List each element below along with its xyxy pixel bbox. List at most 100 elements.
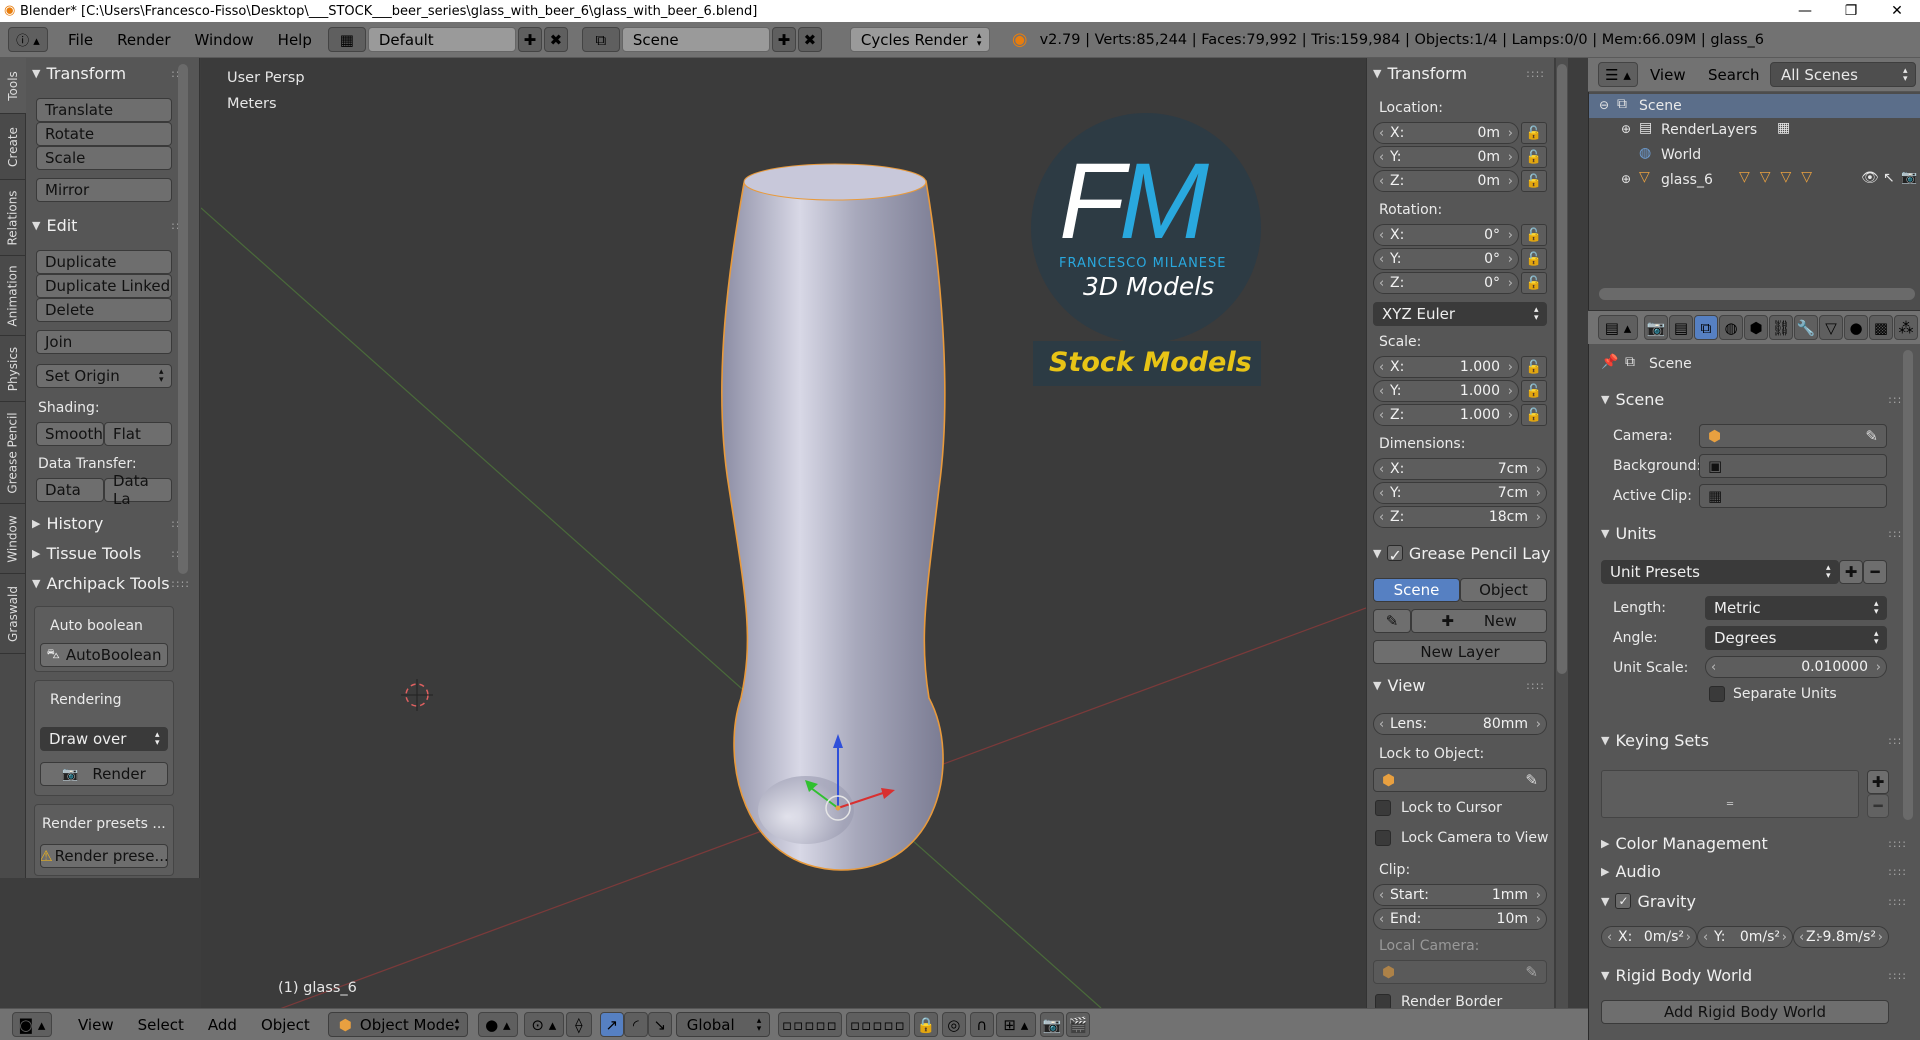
lock-to-cursor-checkbox[interactable] [1375, 800, 1391, 816]
layers-block-b[interactable]: ▫▫▫▫▫ [845, 1012, 910, 1037]
tab-grease-pencil[interactable]: Grease Pencil [0, 402, 26, 504]
mode-dropdown[interactable]: ⬢ Object Mode [327, 1012, 468, 1037]
menu-file[interactable]: File [56, 31, 105, 49]
pivot-point-button[interactable]: ⊙ ▴ [523, 1012, 564, 1037]
auto-boolean-button[interactable]: ⛍ AutoBoolean [40, 643, 168, 667]
rotation-x-field[interactable]: X:0° [1373, 224, 1519, 246]
opengl-render-button[interactable]: 📷 [1039, 1012, 1064, 1037]
proportional-editing-button[interactable]: ◎ [941, 1012, 966, 1037]
close-button[interactable]: ✕ [1874, 0, 1920, 22]
gp-scene-tab[interactable]: Scene [1373, 578, 1460, 602]
modifiers-tab-icon[interactable]: 🔧 [1794, 315, 1818, 340]
clip-start-field[interactable]: Start:1mm [1373, 884, 1547, 906]
outliner-item-glass-6[interactable]: glass_6 [1661, 172, 1713, 188]
render-tab-icon[interactable]: 📷 [1644, 315, 1668, 340]
panel-header-rigid-body-world[interactable]: ▼ Rigid Body World:::: [1601, 964, 1913, 986]
gravity-x-field[interactable]: X:0m/s² [1601, 926, 1697, 948]
separate-units-checkbox[interactable] [1709, 686, 1725, 702]
add-screen-button[interactable]: ✚ [517, 27, 542, 52]
tab-graswald[interactable]: Graswald [0, 574, 26, 654]
panel-header-grease-pencil[interactable]: ▼✓Grease Pencil Layer [1373, 542, 1551, 565]
lock-icon[interactable]: 🔓 [1521, 146, 1547, 168]
duplicate-button[interactable]: Duplicate [36, 250, 172, 274]
lock-icon[interactable]: 🔓 [1521, 272, 1547, 294]
screen-layout-field[interactable]: Default [367, 27, 516, 52]
minimize-button[interactable]: — [1782, 0, 1828, 22]
location-y-field[interactable]: Y:0m [1373, 146, 1519, 168]
expand-icon[interactable]: ⊕ [1621, 172, 1631, 186]
constraints-tab-icon[interactable]: ⛓ [1769, 315, 1793, 340]
panel-header-units[interactable]: ▼ Units:::: [1601, 522, 1913, 544]
dimensions-z-field[interactable]: Z:18cm [1373, 506, 1547, 528]
remove-unit-preset-button[interactable]: ━ [1863, 560, 1887, 584]
translate-button[interactable]: Translate [36, 98, 172, 122]
tab-physics[interactable]: Physics [0, 336, 26, 402]
layers-block-a[interactable]: ▫▫▫▫▫ [777, 1012, 842, 1037]
gp-object-tab[interactable]: Object [1460, 578, 1547, 602]
eyedropper-icon[interactable]: ✎ [1865, 427, 1878, 445]
panel-header-history[interactable]: ▶History:::: [32, 512, 196, 534]
gravity-checkbox[interactable]: ✓ [1615, 893, 1632, 909]
rotation-z-field[interactable]: Z:0° [1373, 272, 1519, 294]
expand-icon[interactable]: ⊕ [1621, 122, 1631, 136]
duplicate-linked-button[interactable]: Duplicate Linked [36, 274, 172, 298]
unit-scale-field[interactable]: 0.010000 [1705, 656, 1887, 678]
rotate-manipulator-button[interactable]: ◜ [623, 1012, 648, 1037]
drag-grip-icon[interactable]: :::: [1526, 679, 1545, 692]
draw-over-dropdown[interactable]: Draw over [40, 727, 168, 751]
panel-header-n-transform[interactable]: ▼ Transform:::: [1373, 62, 1551, 84]
mirror-button[interactable]: Mirror [36, 178, 172, 202]
set-origin-dropdown[interactable]: Set Origin [36, 364, 172, 388]
drag-grip-icon[interactable]: :::: [1888, 837, 1907, 850]
tab-window[interactable]: Window [0, 504, 26, 574]
lock-layers-button[interactable]: 🔒 [913, 1012, 938, 1037]
tool-shelf-scrollbar[interactable] [178, 64, 188, 574]
lock-icon[interactable]: 🔓 [1521, 248, 1547, 270]
data-transfer-button[interactable]: Data [36, 478, 104, 502]
lock-icon[interactable]: 🔓 [1521, 404, 1547, 426]
editor-type-3d-button[interactable]: ◙ ▴ [12, 1012, 52, 1037]
render-layer-toggle-icon[interactable]: ▦ [1777, 120, 1790, 136]
outliner-scrollbar[interactable] [1599, 288, 1915, 300]
scale-button[interactable]: Scale [36, 146, 172, 170]
join-button[interactable]: Join [36, 330, 172, 354]
transform-orientation-dropdown[interactable]: Global [675, 1012, 770, 1037]
background-field[interactable]: ▣ [1699, 454, 1887, 478]
panel-header-gravity[interactable]: ▼ ✓ Gravity:::: [1601, 890, 1913, 912]
outliner-menu-search[interactable]: Search [1708, 66, 1760, 84]
rotate-button[interactable]: Rotate [36, 122, 172, 146]
scale-y-field[interactable]: Y:1.000 [1373, 380, 1519, 402]
panel-header-audio[interactable]: ▶ Audio:::: [1601, 860, 1913, 882]
drag-grip-icon[interactable]: :::: [1888, 865, 1907, 878]
renderable-camera-icon[interactable]: 📷 [1901, 170, 1917, 185]
texture-tab-icon[interactable]: ▩ [1869, 315, 1893, 340]
material-tab-icon[interactable]: ● [1844, 315, 1868, 340]
outliner-menu-view[interactable]: View [1650, 66, 1686, 84]
translate-manipulator-button[interactable]: ↗ [599, 1012, 624, 1037]
render-engine-dropdown[interactable]: Cycles Render [849, 27, 990, 52]
gp-pencil-icon-button[interactable]: ✎ [1373, 609, 1411, 633]
menu-help[interactable]: Help [266, 31, 324, 49]
dimensions-x-field[interactable]: X:7cm [1373, 458, 1547, 480]
lock-camera-checkbox[interactable] [1375, 830, 1391, 846]
menu-object[interactable]: Object [249, 1016, 322, 1034]
local-camera-field[interactable]: ⬢ ✎ [1373, 960, 1547, 984]
panel-header-transform[interactable]: ▼Transform:::: [32, 62, 196, 84]
opengl-animation-button[interactable]: 🎬 [1065, 1012, 1090, 1037]
sidebar-scrollbar[interactable] [1556, 58, 1568, 1008]
gravity-z-field[interactable]: Z:-9.8m/s² [1793, 926, 1889, 948]
object-tab-icon[interactable]: ⬢ [1744, 315, 1768, 340]
expand-icon[interactable]: ⊖ [1599, 98, 1609, 112]
gp-new-button[interactable]: ✚ New [1411, 609, 1547, 633]
scene-field[interactable]: Scene [621, 27, 770, 52]
gp-new-layer-button[interactable]: New Layer [1373, 640, 1547, 664]
lock-object-field[interactable]: ⬢ ✎ [1373, 768, 1547, 792]
visibility-eye-icon[interactable]: 👁 [1861, 170, 1879, 186]
add-unit-preset-button[interactable]: ✚ [1839, 560, 1863, 584]
unit-presets-dropdown[interactable]: Unit Presets [1601, 560, 1839, 584]
list-grip-icon[interactable]: ═ [1727, 799, 1733, 810]
gravity-y-field[interactable]: Y:0m/s² [1697, 926, 1793, 948]
dimensions-y-field[interactable]: Y:7cm [1373, 482, 1547, 504]
properties-scrollbar[interactable] [1903, 350, 1913, 820]
menu-view[interactable]: View [66, 1016, 126, 1034]
